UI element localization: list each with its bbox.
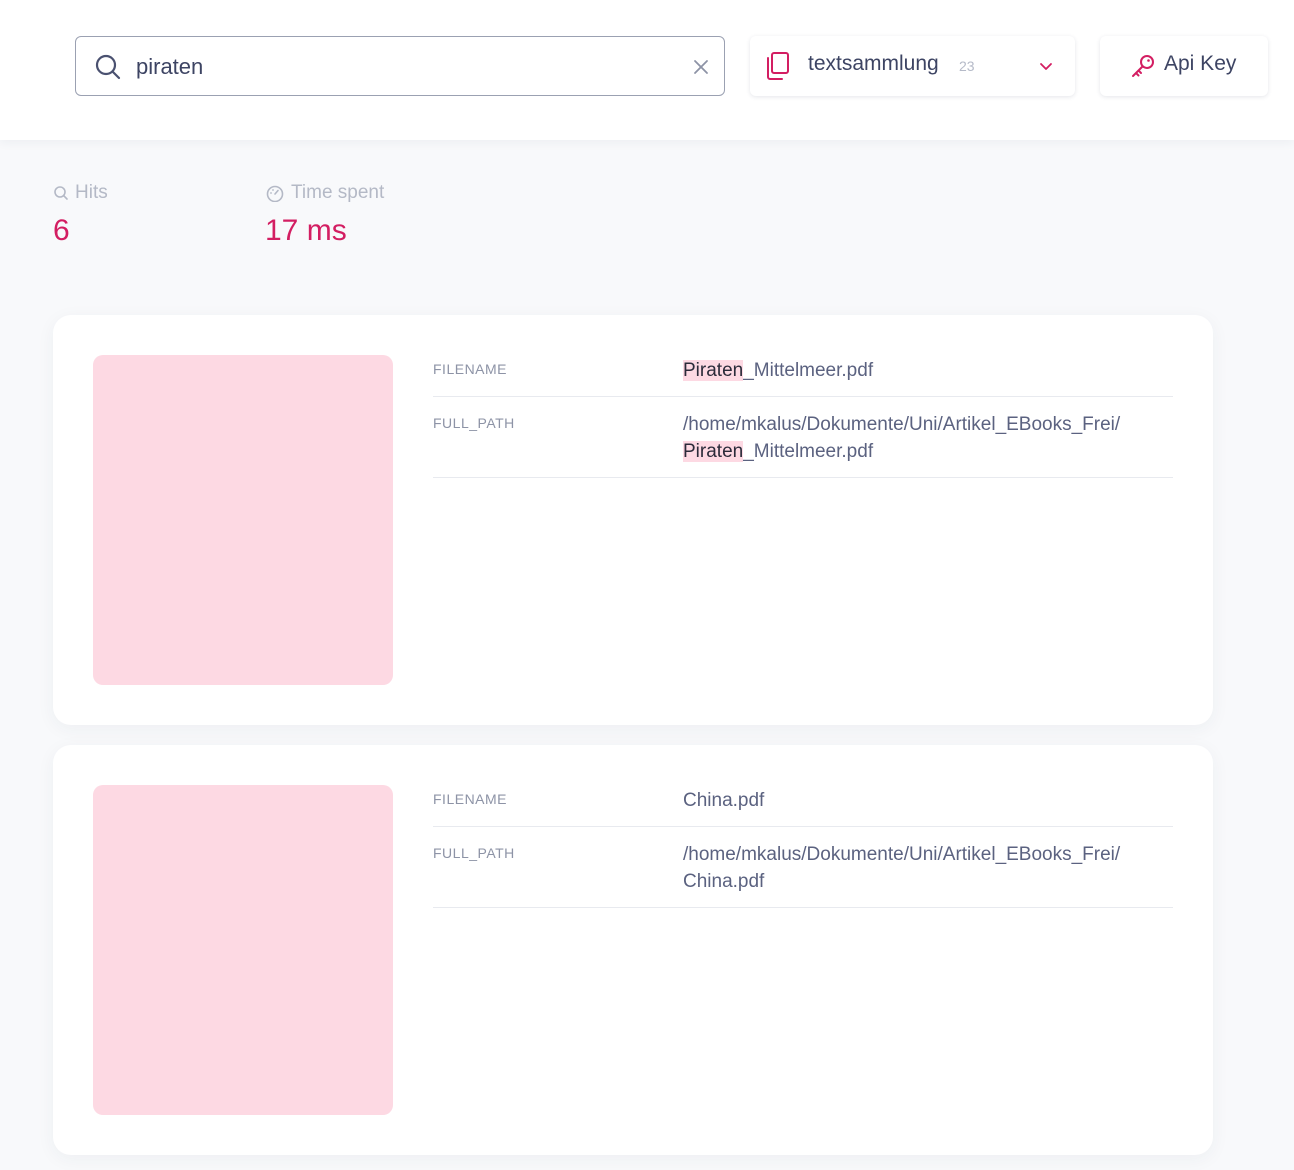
documents-icon <box>767 52 789 80</box>
field-row-full-path: FULL_PATH /home/mkalus/Dokumente/Uni/Art… <box>433 827 1173 908</box>
document-thumbnail[interactable] <box>93 785 393 1115</box>
path-line: /home/mkalus/Dokumente/Uni/Artikel_EBook… <box>683 414 1121 435</box>
search-icon <box>95 54 121 80</box>
hits-label: Hits <box>75 182 108 203</box>
path-rest: _Mittelmeer.pdf <box>743 441 874 462</box>
api-key-label: Api Key <box>1164 52 1237 75</box>
search-box[interactable] <box>75 36 725 96</box>
search-highlight: Piraten <box>683 441 744 462</box>
key-icon <box>1132 55 1154 77</box>
result-card[interactable]: FILENAME Piraten_Mittelmeer.pdf FULL_PAT… <box>53 315 1213 725</box>
field-key: FILENAME <box>433 361 508 377</box>
result-fields: FILENAME China.pdf FULL_PATH /home/mkalu… <box>433 773 1173 908</box>
hits-value: 6 <box>53 214 70 247</box>
index-select[interactable]: textsammlung 23 <box>750 36 1075 96</box>
result-fields: FILENAME Piraten_Mittelmeer.pdf FULL_PAT… <box>433 343 1173 478</box>
api-key-button[interactable]: Api Key <box>1100 36 1268 96</box>
time-value: 17 ms <box>265 214 347 247</box>
search-highlight: Piraten <box>683 360 744 381</box>
speedometer-icon <box>266 185 284 202</box>
field-row-full-path: FULL_PATH /home/mkalus/Dokumente/Uni/Art… <box>433 397 1173 478</box>
field-value: /home/mkalus/Dokumente/Uni/Artikel_EBook… <box>683 841 1173 895</box>
field-key: FULL_PATH <box>433 415 515 431</box>
path-line: China.pdf <box>683 871 765 892</box>
field-key: FULL_PATH <box>433 845 515 861</box>
filename-rest: _Mittelmeer.pdf <box>743 360 874 381</box>
time-label: Time spent <box>291 182 385 203</box>
path-line: Piraten_Mittelmeer.pdf <box>683 438 1173 465</box>
hits-label-row: Hits <box>53 182 108 204</box>
chevron-down-icon <box>1040 63 1052 70</box>
search-input[interactable] <box>136 51 676 83</box>
result-card[interactable]: FILENAME China.pdf FULL_PATH /home/mkalu… <box>53 745 1213 1155</box>
index-name: textsammlung <box>808 52 939 75</box>
field-row-filename: FILENAME Piraten_Mittelmeer.pdf <box>433 343 1173 397</box>
time-label-row: Time spent <box>265 182 384 204</box>
hits-stat: Hits 6 <box>53 182 108 248</box>
field-row-filename: FILENAME China.pdf <box>433 773 1173 827</box>
time-stat: Time spent 17 ms <box>265 182 384 248</box>
field-key: FILENAME <box>433 791 508 807</box>
index-count: 23 <box>959 58 975 74</box>
field-value: /home/mkalus/Dokumente/Uni/Artikel_EBook… <box>683 411 1173 465</box>
document-thumbnail[interactable] <box>93 355 393 685</box>
field-value: China.pdf <box>683 790 765 811</box>
field-value: Piraten_Mittelmeer.pdf <box>683 357 1173 384</box>
path-line: /home/mkalus/Dokumente/Uni/Artikel_EBook… <box>683 844 1121 865</box>
close-icon[interactable] <box>690 56 712 78</box>
top-bar: textsammlung 23 Api Key <box>0 0 1294 140</box>
search-icon <box>54 186 68 200</box>
